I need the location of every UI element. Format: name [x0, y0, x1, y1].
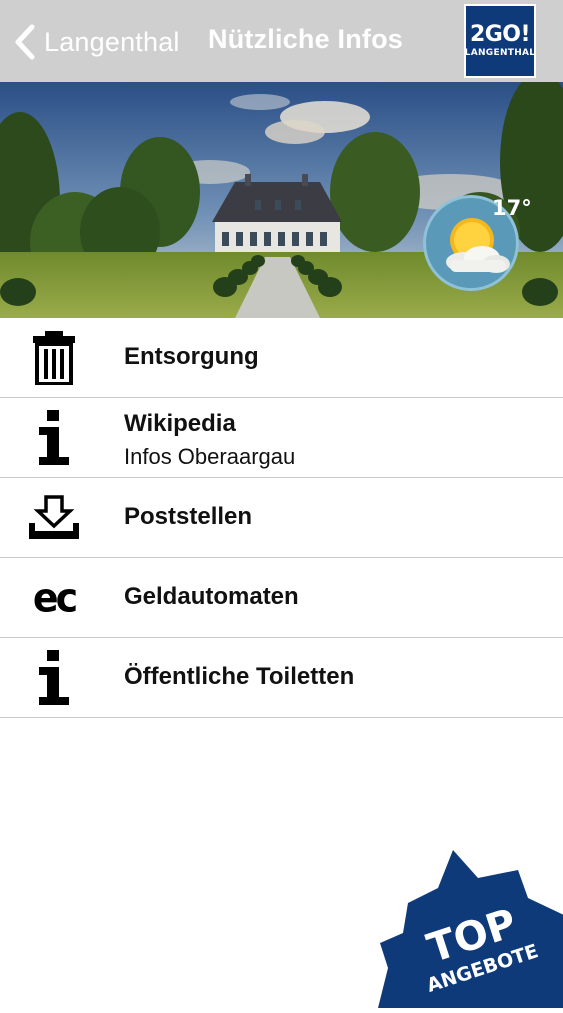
top-angebote-badge[interactable]: TOP ANGEBOTE	[378, 848, 563, 1008]
list-item-entsorgung[interactable]: Entsorgung	[0, 318, 563, 398]
logo-sub-text: LANGENTHAL	[464, 47, 536, 58]
list-item-geldautomaten[interactable]: ec Geldautomaten	[0, 558, 563, 638]
navigation-bar: Langenthal Nützliche Infos 2GO! LANGENTH…	[0, 0, 563, 82]
info-icon	[24, 398, 84, 477]
back-label: Langenthal	[44, 26, 180, 57]
list-item-label: Entsorgung	[124, 343, 259, 370]
list-item-toiletten[interactable]: Öffentliche Toiletten	[0, 638, 563, 718]
list-item-label: Öffentliche Toiletten	[124, 663, 355, 690]
app-logo: 2GO! LANGENTHAL	[464, 4, 536, 78]
trash-icon	[24, 318, 84, 397]
info-icon	[24, 638, 84, 717]
temperature-label: 17°	[492, 196, 532, 220]
list-item-poststellen[interactable]: Poststellen	[0, 478, 563, 558]
list-item-label: Wikipedia	[124, 410, 236, 437]
list-item-wikipedia[interactable]: Wikipedia Infos Oberaargau	[0, 398, 563, 478]
back-button[interactable]: Langenthal	[14, 22, 180, 62]
ec-logo: ec	[24, 558, 84, 637]
info-list: Entsorgung Wikipedia Infos Oberaargau Po…	[0, 318, 563, 718]
chevron-left-icon	[15, 24, 35, 60]
list-item-subtitle: Infos Oberaargau	[124, 444, 296, 469]
list-item-label: Poststellen	[124, 503, 253, 530]
logo-main-text: 2GO!	[469, 21, 531, 47]
list-item-label: Geldautomaten	[124, 583, 299, 610]
ec-logo-text: ec	[32, 574, 78, 621]
download-tray-icon	[24, 478, 84, 557]
page-title: Nützliche Infos	[208, 24, 404, 54]
